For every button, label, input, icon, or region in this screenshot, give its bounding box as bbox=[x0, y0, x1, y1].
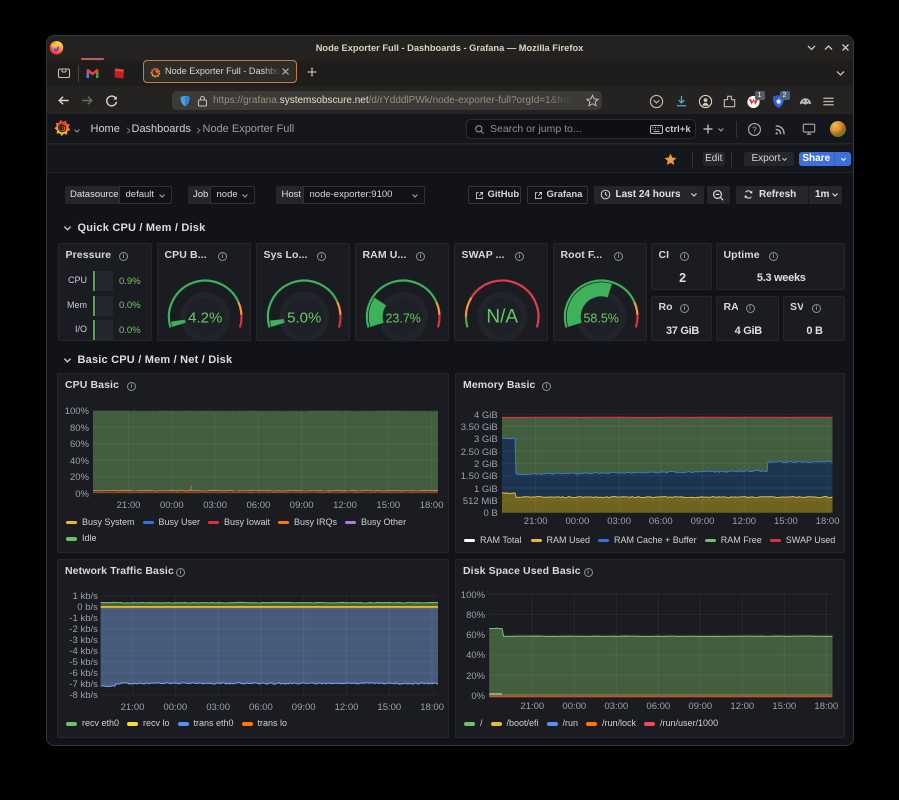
svg-text:23.7%: 23.7% bbox=[385, 311, 420, 325]
svg-text:5.0%: 5.0% bbox=[287, 309, 321, 326]
svg-text:58.5%: 58.5% bbox=[583, 311, 618, 325]
svg-text:4.2%: 4.2% bbox=[188, 309, 222, 326]
svg-text:?: ? bbox=[752, 125, 757, 134]
svg-text:N/A: N/A bbox=[486, 306, 518, 327]
